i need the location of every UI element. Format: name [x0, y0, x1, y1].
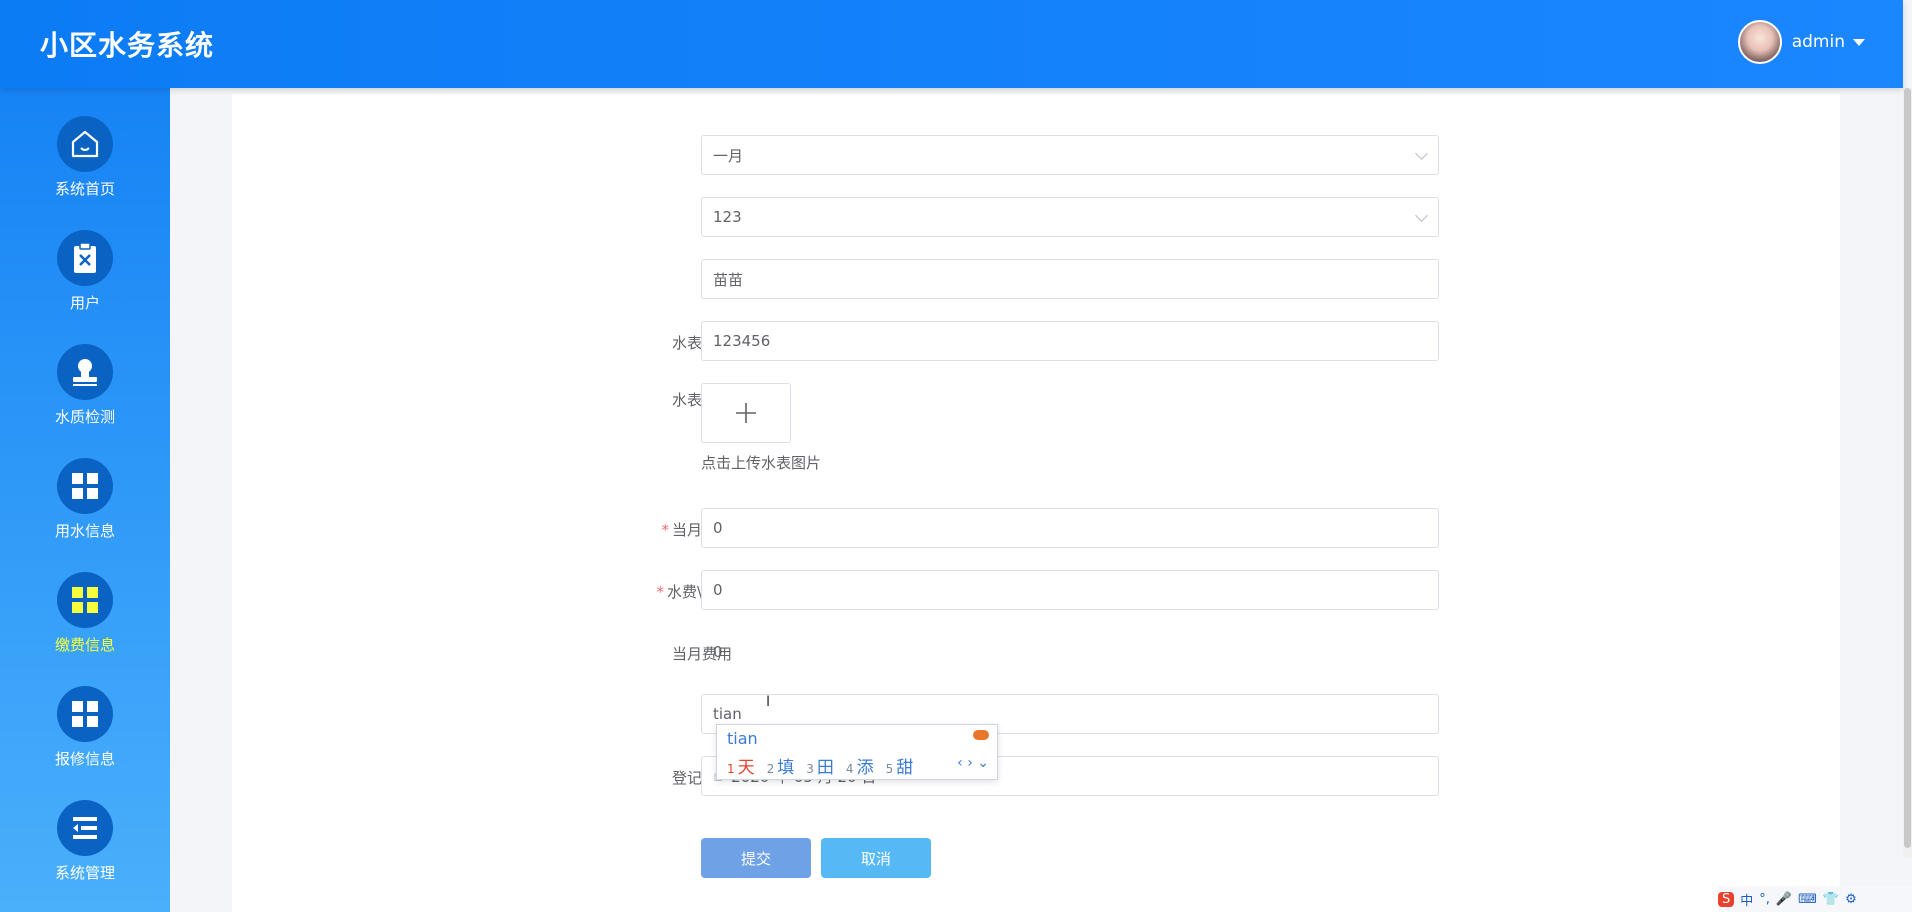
cancel-button[interactable]: 取消	[821, 838, 931, 878]
month-value: 一月	[713, 146, 744, 165]
ime-candidate[interactable]: 3田	[806, 753, 834, 778]
remark-value: tian	[713, 705, 742, 723]
name-value: 苗苗	[713, 270, 744, 289]
ime-tray: S 中 °, 🎤 ⌨ 👕 ⚙	[1718, 886, 1912, 912]
ime-candidate[interactable]: 5甜	[886, 753, 914, 778]
chevron-down-icon	[1415, 147, 1428, 160]
month-select[interactable]: 一月	[701, 135, 1439, 175]
ime-candidate-popup[interactable]: tian 1天 2填 3田 4添 5甜 ‹ › ⌄	[716, 724, 998, 780]
fee-rate-input[interactable]: 0	[701, 570, 1439, 610]
top-header: 小区水务系统 admin	[0, 0, 1903, 88]
tray-item[interactable]: 🎤	[1776, 892, 1792, 907]
upload-hint: 点击上传水表图片	[701, 454, 822, 472]
upload-button[interactable]	[701, 383, 791, 443]
ime-candidate[interactable]: 1天	[727, 753, 755, 778]
sidebar-item-label: 系统首页	[54, 180, 115, 198]
tray-item[interactable]: °,	[1759, 892, 1770, 907]
sidebar-item-repair[interactable]: 报修信息	[0, 686, 170, 800]
name-input[interactable]: 苗苗	[701, 259, 1439, 299]
tray-item[interactable]: 中	[1740, 890, 1753, 909]
required-mark: *	[656, 583, 664, 601]
sidebar-item-home[interactable]: 系统首页	[0, 116, 170, 230]
grid-icon	[57, 458, 113, 514]
usage-value: 0	[713, 519, 723, 537]
app-title: 小区水务系统	[40, 29, 215, 62]
account-value: 123	[713, 208, 742, 226]
sidebar-item-user[interactable]: 用户	[0, 230, 170, 344]
caret-down-icon	[1853, 38, 1865, 46]
sidebar-item-payment[interactable]: 缴费信息	[0, 572, 170, 686]
home-icon	[57, 116, 113, 172]
sidebar-item-label: 水质检测	[54, 408, 115, 426]
tray-item[interactable]: ⚙	[1845, 892, 1857, 907]
list-icon	[57, 800, 113, 856]
clipboard-x-icon	[57, 230, 113, 286]
tray-item[interactable]: ⌨	[1798, 892, 1817, 907]
avatar[interactable]	[1737, 20, 1782, 64]
username: admin	[1791, 32, 1845, 52]
tray-item[interactable]: 👕	[1823, 892, 1839, 907]
meter-no-value: 123456	[713, 332, 771, 350]
stamp-icon	[57, 344, 113, 400]
sidebar-item-label: 报修信息	[54, 750, 115, 768]
required-mark: *	[661, 521, 669, 539]
ime-candidate[interactable]: 2填	[767, 753, 795, 778]
ime-candidate[interactable]: 4添	[846, 753, 874, 778]
sidebar: 系统首页 用户 水质检测 用水信息 缴费信息 报修信息 系统管理	[0, 88, 170, 912]
user-menu[interactable]: admin	[1737, 20, 1865, 64]
usage-input[interactable]: 0	[701, 508, 1439, 548]
ime-candidates: 1天 2填 3田 4添 5甜	[727, 753, 925, 778]
scrollbar[interactable]	[1903, 88, 1912, 858]
text-cursor-icon: I	[766, 694, 771, 710]
scrollbar-thumb[interactable]	[1904, 88, 1911, 848]
sidebar-item-label: 缴费信息	[54, 636, 115, 654]
ime-composition: tian	[727, 729, 758, 748]
submit-button[interactable]: 提交	[701, 838, 811, 878]
sidebar-item-system[interactable]: 系统管理	[0, 800, 170, 912]
grid-icon	[57, 572, 113, 628]
monthly-fee-value: 0	[713, 643, 723, 661]
ime-page-nav[interactable]: ‹ › ⌄	[957, 755, 989, 771]
sidebar-item-label: 系统管理	[54, 864, 115, 882]
form-panel: 月份 一月 账号 123 姓名 苗苗 水表编号 123456 水表图片 点击上传…	[232, 94, 1840, 912]
sidebar-item-label: 用水信息	[54, 522, 115, 540]
meter-no-input[interactable]: 123456	[701, 321, 1439, 361]
chevron-down-icon	[1415, 209, 1428, 222]
grid-icon	[57, 686, 113, 742]
sogou-logo-icon[interactable]: S	[1718, 891, 1735, 907]
sidebar-item-label: 用户	[69, 294, 100, 312]
sidebar-item-water-usage[interactable]: 用水信息	[0, 458, 170, 572]
account-select[interactable]: 123	[701, 197, 1439, 237]
plus-icon	[736, 403, 756, 423]
ime-logo-icon	[973, 730, 989, 740]
fee-rate-value: 0	[713, 581, 723, 599]
sidebar-item-water-quality[interactable]: 水质检测	[0, 344, 170, 458]
monthly-fee-label: 当月费用	[671, 645, 732, 663]
